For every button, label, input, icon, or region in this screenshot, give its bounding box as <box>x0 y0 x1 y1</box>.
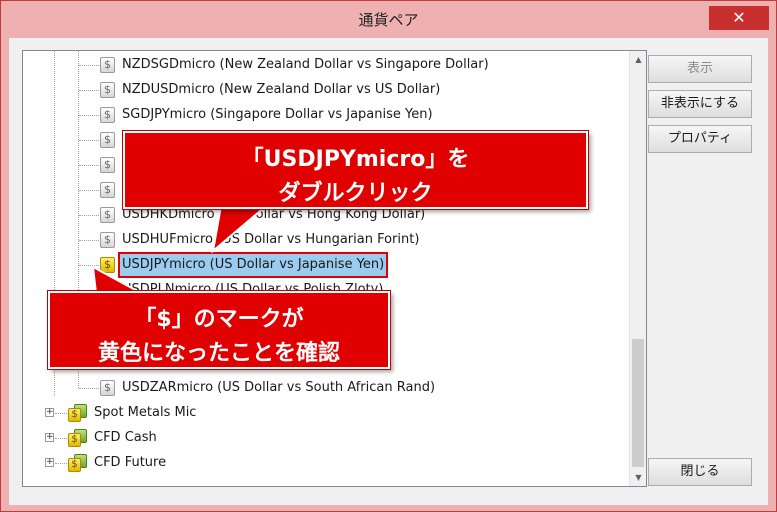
callout-line: 黄色になったことを確認 <box>97 341 340 366</box>
tree-connector <box>79 90 99 91</box>
tree-item-label-selected: USDJPYmicro (US Dollar vs Japanise Yen) <box>117 252 389 278</box>
expand-icon[interactable]: + <box>45 458 54 467</box>
tree-connector <box>79 265 99 266</box>
title-bar[interactable]: 通貨ペア ✕ <box>1 1 776 37</box>
currency-pair-dialog: 通貨ペア ✕ $ NZDSGDmicro (New Zealand Dollar… <box>0 0 777 512</box>
tree-item-label: SGDJPYmicro (Singapore Dollar vs Japanis… <box>122 107 433 122</box>
tree-connector <box>79 240 99 241</box>
tree-item-usdjpymicro[interactable]: $ USDJPYmicro (US Dollar vs Japanise Yen… <box>23 252 623 278</box>
hide-button[interactable]: 非表示にする <box>648 90 752 118</box>
dollar-icon: $ <box>100 82 115 98</box>
tree-group-label: CFD Future <box>94 455 167 470</box>
folder-icon: $ <box>68 404 88 422</box>
dollar-icon: $ <box>100 232 115 248</box>
tree-group-label: Spot Metals Mic <box>94 405 197 420</box>
vertical-scrollbar[interactable]: ▲ ▼ <box>629 51 646 486</box>
tree-group-cfd-future[interactable]: + $ CFD Future <box>23 452 623 474</box>
tree-item-nzdsgdmicro[interactable]: $ NZDSGDmicro (New Zealand Dollar vs Sin… <box>23 54 623 76</box>
instruction-callout-check-yellow: 「$」のマークが 黄色になったことを確認 <box>48 291 390 369</box>
dollar-icon: $ <box>100 57 115 73</box>
close-button[interactable]: 閉じる <box>648 458 752 486</box>
dollar-icon: $ <box>100 107 115 123</box>
tree-item-sgdjpymicro[interactable]: $ SGDJPYmicro (Singapore Dollar vs Japan… <box>23 104 623 126</box>
tree-item-usdhufmicro[interactable]: $ USDHUFmicro (US Dollar vs Hungarian Fo… <box>23 229 623 251</box>
dollar-icon: $ <box>100 380 115 396</box>
tree-connector <box>79 65 99 66</box>
dollar-icon: $ <box>100 207 115 223</box>
dialog-client-area: $ NZDSGDmicro (New Zealand Dollar vs Sin… <box>9 38 768 505</box>
tree-item-label: NZDSGDmicro (New Zealand Dollar vs Singa… <box>122 57 489 72</box>
tree-connector <box>79 388 99 389</box>
callout-line: 「$」のマークが <box>134 307 304 332</box>
tree-item-label: NZDUSDmicro (New Zealand Dollar vs US Do… <box>122 82 441 97</box>
tree-connector <box>79 215 99 216</box>
tree-connector <box>79 140 99 141</box>
dollar-icon: $ <box>100 132 115 148</box>
symbol-tree: $ NZDSGDmicro (New Zealand Dollar vs Sin… <box>22 50 647 487</box>
dollar-icon: $ <box>100 157 115 173</box>
folder-front-dollar: $ <box>68 458 81 472</box>
scroll-thumb[interactable] <box>632 339 644 467</box>
scroll-up-arrow-icon[interactable]: ▲ <box>630 51 646 68</box>
tree-item-label: USDHUFmicro (US Dollar vs Hungarian Fori… <box>122 232 420 247</box>
tree-item-nzdusdmicro[interactable]: $ NZDUSDmicro (New Zealand Dollar vs US … <box>23 79 623 101</box>
folder-icon: $ <box>68 429 88 447</box>
tree-connector <box>55 438 67 439</box>
tree-group-label: CFD Cash <box>94 430 157 445</box>
tree-connector <box>55 413 67 414</box>
tree-group-cfd-cash[interactable]: + $ CFD Cash <box>23 427 623 449</box>
tree-item-label: USDZARmicro (US Dollar vs South African … <box>122 380 436 395</box>
callout-line: 「USDJPYmicro」を <box>241 147 470 172</box>
dollar-icon-yellow: $ <box>100 257 115 273</box>
tree-item-usdzarmicro[interactable]: $ USDZARmicro (US Dollar vs South Africa… <box>23 377 623 399</box>
expand-icon[interactable]: + <box>45 433 54 442</box>
folder-front-dollar: $ <box>68 433 81 447</box>
tree-connector <box>79 115 99 116</box>
dollar-icon: $ <box>100 182 115 198</box>
window-title: 通貨ペア <box>358 11 419 29</box>
folder-icon: $ <box>68 454 88 472</box>
folder-front-dollar: $ <box>68 408 81 422</box>
tree-connector <box>55 463 67 464</box>
properties-button[interactable]: プロパティ <box>648 125 752 153</box>
instruction-callout-double-click: 「USDJPYmicro」を ダブルクリック <box>123 131 588 209</box>
callout-line: ダブルクリック <box>278 181 433 206</box>
expand-icon[interactable]: + <box>45 408 54 417</box>
tree-connector <box>79 165 99 166</box>
tree-connector <box>79 190 99 191</box>
scroll-down-arrow-icon[interactable]: ▼ <box>630 469 646 486</box>
close-window-button[interactable]: ✕ <box>709 6 769 30</box>
tree-group-spot-metals[interactable]: + $ Spot Metals Mic <box>23 402 623 424</box>
show-button[interactable]: 表示 <box>648 55 752 83</box>
